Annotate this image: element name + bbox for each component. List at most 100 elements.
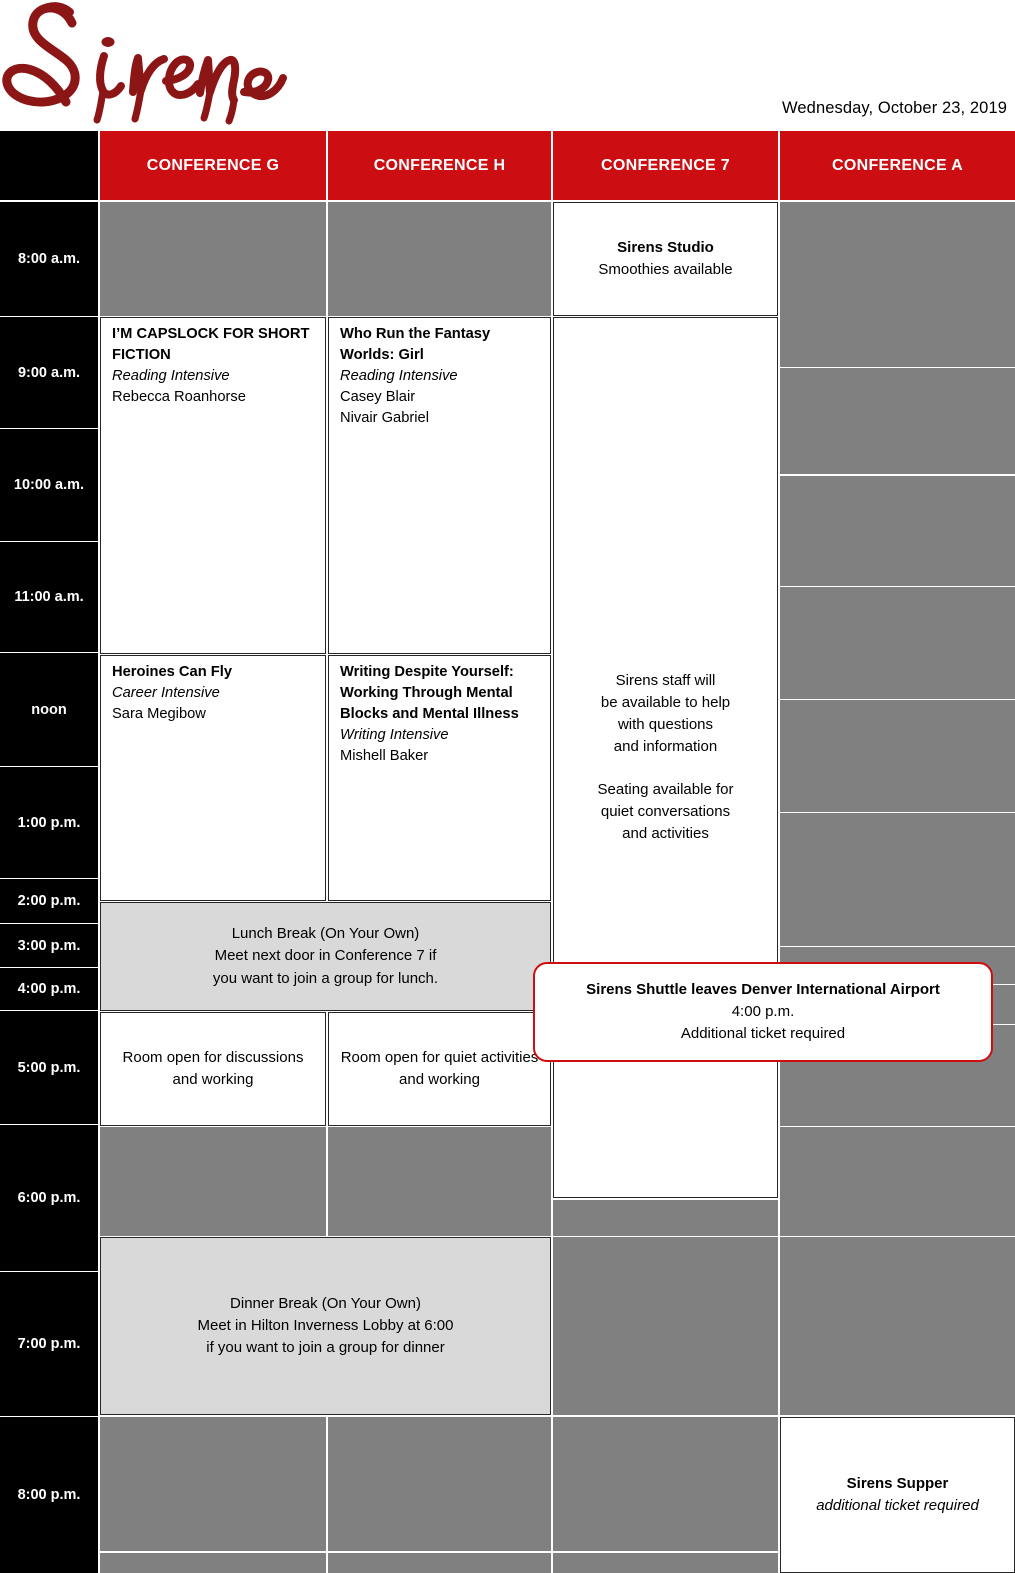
logo-i-dot: [101, 37, 115, 47]
dinner-line-3: if you want to join a group for dinner: [206, 1339, 445, 1357]
time-text: 7:00 p.m.: [17, 1336, 81, 1352]
schedule-grid: CONFERENCE G CONFERENCE H CONFERENCE 7 C…: [0, 131, 1015, 1573]
time-text: 2:00 p.m.: [17, 893, 81, 909]
staff-line-4: and information: [613, 738, 718, 756]
studio-title: Sirens Studio: [617, 238, 714, 256]
time-text: 9:00 a.m.: [17, 364, 81, 381]
time-text: noon: [31, 701, 67, 718]
staff-spacer: [663, 759, 667, 779]
cell-h-0500pm-empty: [328, 1127, 551, 1236]
cell-a-0600pm-empty: [780, 1237, 1015, 1415]
cell-a-1000am-empty: [780, 368, 1015, 474]
cell-7-0800pm-empty: [553, 1553, 778, 1573]
column-header-conference-g: CONFERENCE G: [100, 131, 326, 200]
session-title: Writing Despite Yourself: Working Throug…: [340, 664, 519, 722]
time-label-0900am: 9:00 a.m.: [0, 317, 98, 428]
time-label-noon: noon: [0, 653, 98, 766]
cell-h-0800pm-empty: [328, 1553, 551, 1573]
session-presenter: Rebecca Roanhorse: [112, 388, 246, 405]
dinner-line-1: Dinner Break (On Your Own): [230, 1294, 421, 1312]
session-track: Reading Intensive: [112, 367, 230, 384]
time-text: 10:00 a.m.: [13, 477, 85, 493]
session-7-sirens-studio[interactable]: Sirens Studio Smoothies available: [553, 202, 778, 316]
cell-g-0500pm-empty: [100, 1127, 326, 1236]
cell-h-room-open: Room open for quiet activities and worki…: [328, 1012, 551, 1126]
staff-line-3: with questions: [617, 716, 714, 734]
session-g-capslock[interactable]: I’M CAPSLOCK FOR SHORT FICTION Reading I…: [100, 317, 326, 654]
time-label-0800pm: 8:00 p.m.: [0, 1417, 98, 1573]
cell-g-0800am-empty: [100, 202, 326, 316]
page-banner: Wednesday, October 23, 2019: [0, 0, 1015, 131]
cell-7-0600pm-empty: [553, 1237, 778, 1415]
callout-sirens-shuttle[interactable]: Sirens Shuttle leaves Denver Internation…: [533, 962, 993, 1062]
session-presenter: Mishell Baker: [340, 747, 429, 764]
staff-line-7: and activities: [622, 824, 709, 842]
column-header-label: CONFERENCE G: [146, 156, 280, 174]
column-header-conference-7: CONFERENCE 7: [553, 131, 778, 200]
session-a-sirens-supper[interactable]: Sirens Supper additional ticket required: [780, 1417, 1015, 1573]
cell-g-room-open: Room open for discussions and working: [100, 1012, 326, 1126]
cell-a-0800am-empty: [780, 202, 1015, 367]
time-label-0100pm: 1:00 p.m.: [0, 767, 98, 878]
lunch-line-2: Meet next door in Conference 7 if: [214, 947, 437, 965]
session-7-staff-info[interactable]: Sirens staff will be available to help w…: [553, 317, 778, 1198]
room-open-line-1: Room open for quiet activities: [340, 1048, 539, 1066]
session-g-heroines[interactable]: Heroines Can Fly Career Intensive Sara M…: [100, 655, 326, 901]
cell-a-0100pm-empty: [780, 813, 1015, 946]
cell-a-1100am-empty: [780, 476, 1015, 586]
session-h-writing-despite[interactable]: Writing Despite Yourself: Working Throug…: [328, 655, 551, 901]
time-text: 3:00 p.m.: [17, 937, 81, 954]
supper-title: Sirens Supper: [846, 1474, 949, 1492]
shuttle-time: 4:00 p.m.: [731, 1002, 795, 1020]
time-text: 8:00 a.m.: [17, 251, 81, 267]
column-header-label: CONFERENCE A: [831, 156, 963, 174]
session-title: I’M CAPSLOCK FOR SHORT FICTION: [112, 326, 310, 363]
time-label-1000am: 10:00 a.m.: [0, 429, 98, 541]
time-label-0200pm: 2:00 p.m.: [0, 879, 98, 923]
studio-note: Smoothies available: [598, 261, 733, 278]
shuttle-note: Additional ticket required: [680, 1025, 846, 1043]
column-header-label: CONFERENCE H: [373, 156, 506, 174]
session-title: Who Run the Fantasy Worlds: Girl: [340, 326, 491, 363]
session-track: Career Intensive: [112, 684, 220, 701]
cell-7-0500pm-empty: [553, 1200, 778, 1236]
shuttle-title: Sirens Shuttle leaves Denver Internation…: [586, 980, 940, 998]
column-header-conference-a: CONFERENCE A: [780, 131, 1015, 200]
time-text: 8:00 p.m.: [17, 1487, 81, 1503]
time-label-0500pm: 5:00 p.m.: [0, 1011, 98, 1124]
dinner-line-2: Meet in Hilton Inverness Lobby at 6:00: [197, 1316, 454, 1334]
break-lunch: Lunch Break (On Your Own) Meet next door…: [100, 902, 551, 1011]
cell-h-0800am-empty: [328, 202, 551, 316]
time-text: 1:00 p.m.: [17, 814, 81, 831]
time-label-0400pm: 4:00 p.m.: [0, 968, 98, 1010]
session-presenter: Sara Megibow: [112, 705, 206, 722]
time-label-0700pm: 7:00 p.m.: [0, 1272, 98, 1416]
room-open-line-2: and working: [399, 1071, 480, 1088]
session-track: Writing Intensive: [340, 726, 449, 743]
cell-g-0800pm-empty: [100, 1553, 326, 1573]
cell-a-noon-empty: [780, 587, 1015, 699]
room-open-line-2: and working: [172, 1071, 254, 1088]
sirens-logo: [0, 0, 290, 125]
break-dinner: Dinner Break (On Your Own) Meet in Hilto…: [100, 1237, 551, 1415]
time-label-0300pm: 3:00 p.m.: [0, 924, 98, 967]
staff-line-6: quiet conversations: [600, 802, 731, 820]
staff-line-5: Seating available for: [597, 780, 734, 798]
time-text: 5:00 p.m.: [17, 1059, 81, 1076]
time-text: 6:00 p.m.: [17, 1190, 81, 1206]
time-label-1100am: 11:00 a.m.: [0, 542, 98, 652]
column-header-conference-h: CONFERENCE H: [328, 131, 551, 200]
session-track: Reading Intensive: [340, 367, 458, 384]
cell-7-0700pm-empty: [553, 1417, 778, 1551]
session-h-who-run[interactable]: Who Run the Fantasy Worlds: Girl Reading…: [328, 317, 551, 654]
lunch-line-1: Lunch Break (On Your Own): [231, 925, 420, 943]
staff-line-1: Sirens staff will: [615, 671, 716, 689]
staff-line-2: be available to help: [600, 694, 731, 712]
grid-corner: [0, 131, 98, 200]
room-open-line-1: Room open for discussions: [122, 1048, 304, 1066]
session-title: Heroines Can Fly: [112, 664, 232, 680]
time-text: 11:00 a.m.: [14, 589, 84, 605]
time-text: 4:00 p.m.: [17, 981, 81, 997]
column-header-label: CONFERENCE 7: [601, 156, 730, 174]
session-presenter: Nivair Gabriel: [340, 409, 429, 426]
